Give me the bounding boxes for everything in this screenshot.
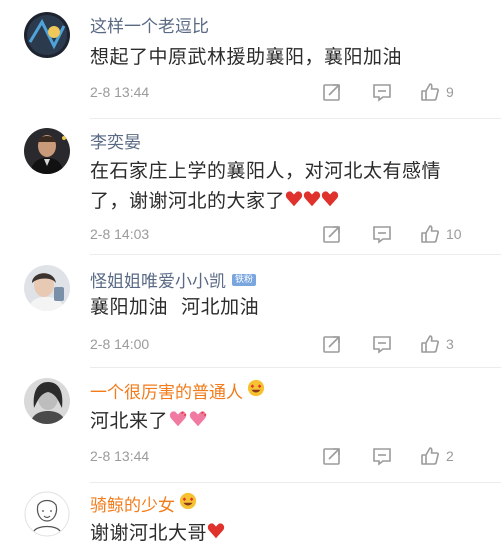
like-icon (421, 335, 439, 353)
comment-meta: 2-8 13:44 2 (90, 445, 470, 467)
share-icon (323, 336, 340, 353)
reply-button[interactable] (372, 81, 392, 103)
comment-text-content: 在石家庄上学的襄阳人，对河北太有感情了，谢谢河北的大家了 (90, 160, 442, 212)
comment-meta: 2-8 14:00 3 (90, 333, 470, 355)
username-text[interactable]: 骑鲸的少女 (90, 491, 175, 516)
avatar[interactable] (24, 128, 70, 174)
fan-badge: 铁粉 (232, 273, 257, 286)
heart-icon (207, 519, 225, 549)
avatar[interactable] (24, 265, 70, 311)
username[interactable]: 怪姐姐唯爱小小凯 铁粉 (90, 267, 257, 292)
comment-text: 河北来了 (90, 406, 470, 437)
share-button[interactable] (322, 333, 342, 355)
comment-meta: 2-8 14:03 10 (90, 223, 470, 245)
like-button[interactable]: 9 (420, 81, 454, 103)
username-text[interactable]: 李奕晏 (90, 128, 141, 153)
reply-icon (373, 84, 391, 102)
avatar[interactable] (24, 12, 70, 58)
reply-icon (373, 226, 391, 244)
comment-item: 这样一个老逗比 想起了中原武林援助襄阳，襄阳加油 2-8 13:44 9 (0, 0, 501, 120)
like-icon (421, 83, 439, 101)
like-button[interactable]: 2 (420, 445, 454, 467)
reply-button[interactable] (372, 445, 392, 467)
comment-text: 谢谢河北大哥 (90, 518, 470, 549)
like-button[interactable]: 10 (420, 223, 462, 245)
reply-icon (373, 336, 391, 354)
avatar[interactable] (24, 491, 70, 537)
divider (90, 367, 501, 368)
username-text[interactable]: 怪姐姐唯爱小小凯 (90, 267, 226, 292)
timestamp: 2-8 13:44 (90, 84, 150, 100)
like-count: 3 (446, 336, 454, 352)
divider (90, 482, 501, 483)
username[interactable]: 一个很厉害的普通人 (90, 378, 265, 403)
timestamp: 2-8 14:03 (90, 226, 150, 242)
share-button[interactable] (322, 445, 342, 467)
reply-button[interactable] (372, 333, 392, 355)
reply-icon (373, 448, 391, 466)
share-icon (323, 448, 340, 465)
comment-meta: 2-8 13:44 9 (90, 81, 470, 103)
comment-text-content: 河北来了 (90, 410, 169, 432)
like-button[interactable]: 3 (420, 333, 454, 355)
comment-item: 怪姐姐唯爱小小凯 铁粉 襄阳加油 河北加油 2-8 14:00 3 (0, 255, 501, 370)
comment-item: 一个很厉害的普通人 河北来了 2-8 13:44 2 (0, 370, 501, 485)
like-icon (421, 447, 439, 465)
sparkling-heart-icon (168, 407, 188, 437)
reply-button[interactable] (372, 223, 392, 245)
comment-text: 襄阳加油 河北加油 (90, 296, 260, 318)
share-icon (323, 84, 340, 101)
like-count: 2 (446, 448, 454, 464)
sparkling-heart-icon (188, 407, 208, 437)
share-button[interactable] (322, 81, 342, 103)
comment-text-content: 谢谢河北大哥 (90, 522, 208, 544)
like-count: 10 (446, 226, 462, 242)
comment-text: 在石家庄上学的襄阳人，对河北太有感情了，谢谢河北的大家了 (90, 156, 470, 217)
username[interactable]: 李奕晏 (90, 128, 141, 153)
heart-icon (285, 187, 303, 217)
heart-eyes-icon (179, 492, 197, 515)
username[interactable]: 骑鲸的少女 (90, 491, 197, 516)
like-icon (421, 225, 439, 243)
username-text[interactable]: 这样一个老逗比 (90, 12, 209, 37)
comment-text: 想起了中原武林援助襄阳，襄阳加油 (90, 46, 403, 68)
comment-item: 李奕晏 在石家庄上学的襄阳人，对河北太有感情了，谢谢河北的大家了 2-8 14:… (0, 120, 501, 255)
username-text[interactable]: 一个很厉害的普通人 (90, 378, 243, 403)
username[interactable]: 这样一个老逗比 (90, 12, 209, 37)
heart-icon (321, 187, 339, 217)
timestamp: 2-8 14:00 (90, 336, 150, 352)
timestamp: 2-8 13:44 (90, 448, 150, 464)
avatar[interactable] (24, 378, 70, 424)
heart-eyes-icon (247, 379, 265, 402)
heart-icon (303, 187, 321, 217)
share-icon (323, 226, 340, 243)
share-button[interactable] (322, 223, 342, 245)
comment-item: 骑鲸的少女 谢谢河北大哥 (0, 485, 501, 557)
divider (90, 118, 501, 119)
like-count: 9 (446, 84, 454, 100)
